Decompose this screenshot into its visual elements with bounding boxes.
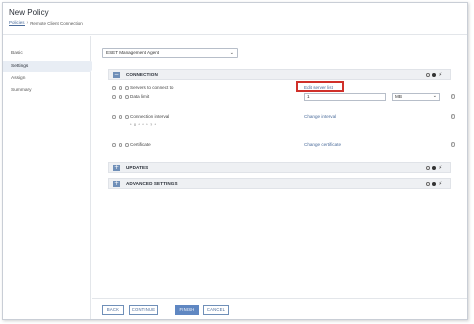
row-servers: Servers to connect to Edit server list [108, 84, 451, 93]
settings-panel: ESET Management Agent ⌄ − CONNECTION ⚡ S… [92, 36, 467, 298]
policy-flag-group: ⚡ [426, 71, 442, 79]
row-certificate: Certificate Change certificate i [108, 141, 455, 150]
bolt-icon[interactable]: ⚡ [438, 181, 442, 187]
breadcrumb-current: Remote Client Connection [30, 20, 83, 26]
collapse-icon[interactable]: − [113, 72, 120, 78]
policy-flag-group: ⚡ [426, 180, 442, 188]
section-updates[interactable]: + UPDATES ⚡ [108, 162, 451, 173]
row-flags [112, 143, 129, 147]
bolt-flag-icon[interactable] [125, 143, 129, 147]
unit-value: MB [395, 94, 402, 99]
sidebar-item-settings[interactable]: Settings [3, 61, 97, 72]
chevron-down-icon: ⌄ [432, 93, 437, 99]
row-flags [112, 95, 129, 99]
sidebar-item-assign[interactable]: Assign [3, 73, 91, 84]
row-data-limit: Data limit 1 MB ⌄ i [108, 93, 455, 102]
force-flag-icon[interactable] [432, 182, 437, 186]
page-header: New Policy Policies › Remote Client Conn… [3, 3, 467, 35]
expand-icon[interactable]: + [113, 181, 120, 187]
section-label: UPDATES [126, 165, 149, 170]
bolt-flag-icon[interactable] [125, 115, 129, 119]
apply-flag-icon[interactable] [426, 73, 431, 77]
highlight-box [296, 81, 344, 92]
row-connection-interval: Connection interval Change interval i [108, 113, 455, 122]
expand-icon[interactable]: + [113, 165, 120, 171]
bolt-flag-icon[interactable] [125, 86, 129, 90]
sidebar-item-summary[interactable]: Summary [3, 85, 91, 96]
chevron-right-icon: › [26, 20, 29, 26]
wizard-footer: BACK CONTINUE FINISH CANCEL [92, 298, 467, 319]
apply-flag-icon[interactable] [112, 86, 116, 90]
force-flag-icon[interactable] [118, 95, 122, 99]
bolt-icon[interactable]: ⚡ [438, 165, 442, 171]
policy-flag-group: ⚡ [426, 164, 442, 172]
force-flag-icon[interactable] [432, 73, 437, 77]
certificate-label: Certificate [130, 142, 151, 147]
servers-label: Servers to connect to [130, 85, 174, 90]
breadcrumb-policies-link[interactable]: Policies [9, 20, 25, 26]
change-interval-link[interactable]: Change interval [304, 113, 336, 121]
bolt-flag-icon[interactable] [125, 95, 129, 99]
row-flags [112, 86, 129, 90]
policy-window: New Policy Policies › Remote Client Conn… [2, 2, 468, 320]
force-flag-icon[interactable] [118, 143, 122, 147]
info-icon[interactable]: i [450, 142, 455, 147]
chevron-down-icon: ⌄ [229, 50, 234, 56]
force-flag-icon[interactable] [118, 86, 122, 90]
breadcrumb: Policies › Remote Client Connection [9, 20, 83, 26]
data-limit-input[interactable]: 1 [304, 93, 386, 101]
apply-flag-icon[interactable] [426, 166, 431, 170]
section-advanced-settings[interactable]: + ADVANCED SETTINGS ⚡ [108, 178, 451, 189]
connection-interval-label: Connection interval [130, 114, 170, 119]
section-connection[interactable]: − CONNECTION ⚡ [108, 69, 451, 80]
sidebar-item-basic[interactable]: Basic [3, 48, 91, 59]
finish-button[interactable]: FINISH [175, 305, 199, 315]
section-label: ADVANCED SETTINGS [126, 181, 178, 186]
section-label: CONNECTION [126, 72, 158, 77]
wizard-sidebar: Basic Settings Assign Summary [3, 36, 97, 319]
change-certificate-link[interactable]: Change certificate [304, 141, 341, 149]
data-limit-label: Data limit [130, 94, 150, 99]
apply-flag-icon[interactable] [426, 182, 431, 186]
info-icon[interactable]: i [450, 94, 455, 99]
apply-flag-icon[interactable] [112, 143, 116, 147]
force-flag-icon[interactable] [432, 166, 437, 170]
continue-button[interactable]: CONTINUE [129, 305, 158, 315]
bolt-icon[interactable]: ⚡ [438, 72, 442, 78]
product-select[interactable]: ESET Management Agent ⌄ [102, 48, 238, 58]
cancel-button[interactable]: CANCEL [203, 305, 229, 315]
apply-flag-icon[interactable] [112, 95, 116, 99]
page-title: New Policy [9, 8, 49, 17]
interval-cron-note: * 0 * * * ? * [130, 122, 157, 127]
back-button[interactable]: BACK [102, 305, 124, 315]
product-select-value: ESET Management Agent [106, 50, 160, 55]
force-flag-icon[interactable] [118, 115, 122, 119]
data-limit-unit-select[interactable]: MB ⌄ [392, 93, 440, 101]
info-icon[interactable]: i [450, 114, 455, 119]
row-flags [112, 115, 129, 119]
apply-flag-icon[interactable] [112, 115, 116, 119]
